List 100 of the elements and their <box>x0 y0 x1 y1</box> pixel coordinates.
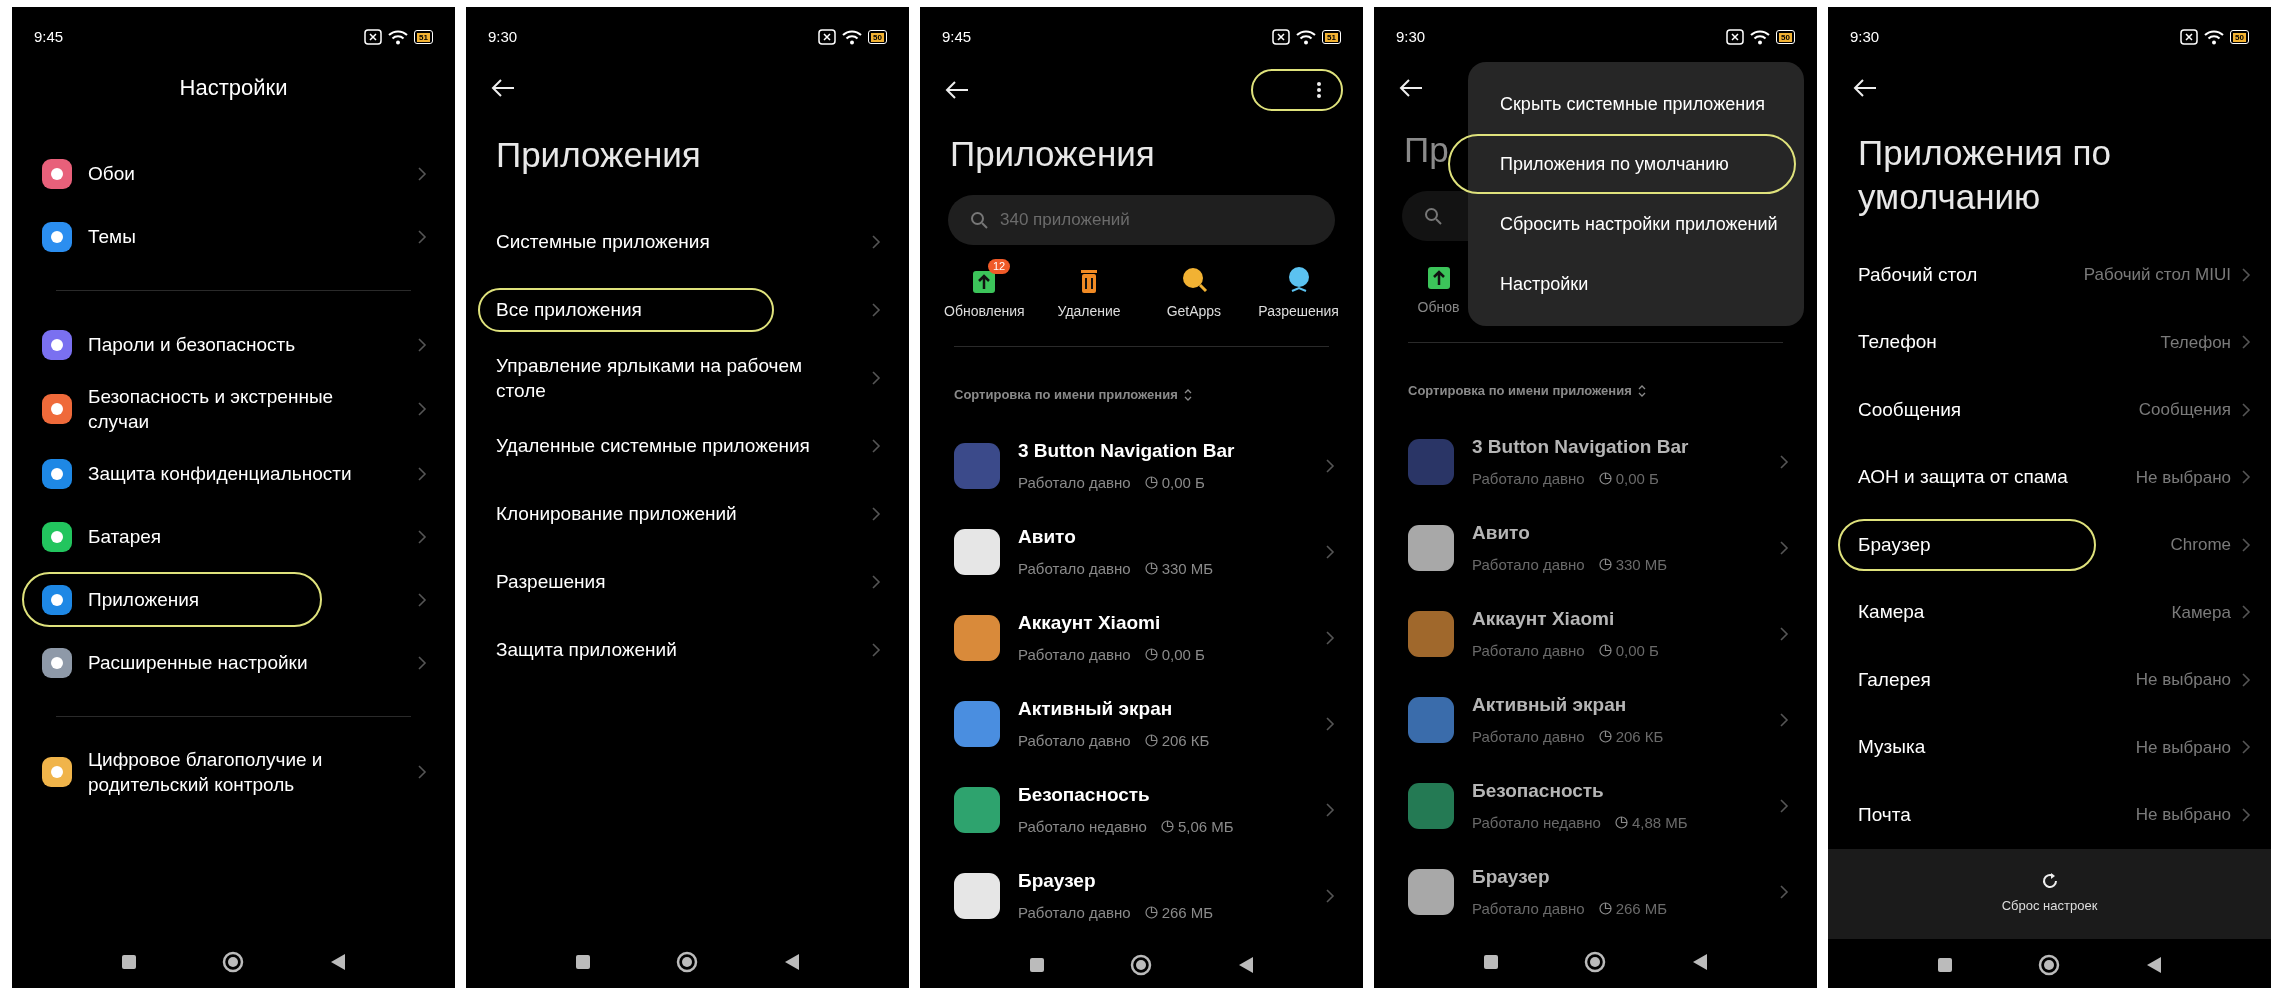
chevron-right-icon <box>2241 604 2251 621</box>
app-status: Работало давно <box>1472 640 1585 661</box>
back-arrow-button[interactable] <box>1852 78 1878 98</box>
tool-label[interactable]: Обновления <box>944 301 1025 322</box>
search-field[interactable]: 340 приложений <box>948 195 1335 245</box>
battery-level: 50 <box>1779 32 1792 42</box>
refresh-icon <box>2040 871 2059 890</box>
app-row[interactable]: Активный экран Работало давно 206 КБ <box>920 680 1363 767</box>
menu-option[interactable]: Приложения по умолчанию <box>1500 150 1729 178</box>
default-app-row[interactable]: Музыка Не выбрано <box>1828 713 2271 781</box>
back-button[interactable] <box>783 953 800 971</box>
settings-item[interactable]: Безопасность и экстренные случаи <box>12 376 455 442</box>
recents-button[interactable] <box>121 955 136 969</box>
settings-item[interactable]: Защита конфиденциальности <box>12 442 455 505</box>
default-app-value: Телефон <box>2160 331 2231 354</box>
screen-title: Приложения <box>950 133 1155 175</box>
chevron-right-icon <box>2241 671 2251 688</box>
app-row[interactable]: Безопасность Работало недавно 5,06 МБ <box>920 766 1363 853</box>
menu-item[interactable]: Системные приложения <box>496 229 871 254</box>
home-button[interactable] <box>221 951 244 973</box>
settings-item[interactable]: Обои <box>12 142 455 205</box>
app-row[interactable]: Браузер Работало давно 266 МБ <box>920 852 1363 939</box>
chevron-right-icon <box>1325 629 1335 646</box>
settings-item[interactable]: Цифровое благополучие и родительский контроль <box>12 739 455 805</box>
chevron-right-icon <box>1779 625 1789 642</box>
status-time: 9:45 <box>942 26 972 47</box>
wifi-icon <box>1296 29 1317 45</box>
chevron-right-icon <box>871 301 881 318</box>
chevron-right-icon <box>417 165 427 182</box>
default-app-row[interactable]: Рабочий стол Рабочий стол MIUI <box>1828 241 2271 309</box>
default-app-row[interactable]: Сообщения Сообщения <box>1828 376 2271 444</box>
sort-toggle-icon[interactable] <box>1637 384 1646 397</box>
settings-item[interactable]: Пароли и безопасность <box>12 313 455 376</box>
settings-item[interactable]: Приложения <box>12 568 455 631</box>
sort-toggle-icon[interactable] <box>1183 388 1192 401</box>
app-row[interactable]: Браузер Работало давно 266 МБ <box>1374 848 1817 935</box>
app-size: 5,06 МБ <box>1177 816 1234 837</box>
chevron-right-icon <box>2241 401 2251 418</box>
default-app-row[interactable]: АОН и защита от спама Не выбрано <box>1828 443 2271 511</box>
menu-item[interactable]: Все приложения <box>496 297 871 322</box>
storage-icon <box>1598 644 1612 658</box>
back-button[interactable] <box>1237 955 1254 974</box>
settings-item[interactable]: Расширенные настройки <box>12 631 455 694</box>
default-app-row[interactable]: Телефон Телефон <box>1828 308 2271 376</box>
home-button[interactable] <box>1129 953 1152 976</box>
app-row[interactable]: Авито Работало давно 330 МБ <box>920 508 1363 595</box>
default-app-row[interactable]: Камера Камера <box>1828 578 2271 646</box>
app-status: Работало недавно <box>1472 812 1601 833</box>
default-app-row[interactable]: Браузер Chrome <box>1828 511 2271 579</box>
menu-item[interactable]: Клонирование приложений <box>496 501 871 526</box>
chevron-right-icon <box>417 764 427 780</box>
home-button[interactable] <box>2037 953 2060 976</box>
app-row[interactable]: Авито Работало давно 330 МБ <box>1374 504 1817 591</box>
back-arrow-button[interactable] <box>1398 78 1424 98</box>
recents-button[interactable] <box>575 955 590 969</box>
recents-button[interactable] <box>1937 957 1952 972</box>
tool-label[interactable]: Разрешения <box>1258 301 1339 322</box>
tool-label[interactable]: Удаление <box>1057 301 1121 322</box>
sort-label[interactable]: Сортировка по имени приложения <box>1408 381 1632 401</box>
menu-item[interactable]: Управление ярлыками на рабочем столе <box>496 352 871 403</box>
chevron-right-icon <box>417 465 427 482</box>
app-row[interactable]: 3 Button Navigation Bar Работало давно 0,00 Б <box>1374 418 1817 505</box>
back-button[interactable] <box>2145 955 2162 974</box>
menu-item[interactable]: Разрешения <box>496 569 871 594</box>
sort-label[interactable]: Сортировка по имени приложения <box>954 385 1178 405</box>
chevron-right-icon <box>871 505 881 522</box>
app-row[interactable]: 3 Button Navigation Bar Работало давно 0,00 Б <box>920 422 1363 509</box>
settings-item[interactable]: Темы <box>12 205 455 268</box>
back-button[interactable] <box>329 953 346 971</box>
storage-icon <box>1614 816 1628 830</box>
home-button[interactable] <box>1583 951 1606 973</box>
default-app-value: Камера <box>2171 601 2231 624</box>
default-app-row[interactable]: Почта Не выбрано <box>1828 781 2271 849</box>
count-badge: 12 <box>988 259 1011 274</box>
settings-item[interactable]: Батарея <box>12 505 455 568</box>
menu-option[interactable]: Сбросить настройки приложений <box>1500 210 1778 238</box>
back-arrow-button[interactable] <box>944 80 970 100</box>
menu-item[interactable]: Защита приложений <box>496 637 871 662</box>
tool-label[interactable]: Обнов <box>1417 297 1460 318</box>
screen-title: Приложения <box>495 134 702 176</box>
back-button[interactable] <box>1691 953 1708 971</box>
menu-option[interactable]: Скрыть системные приложения <box>1500 90 1765 118</box>
tool-label[interactable]: GetApps <box>1166 301 1222 322</box>
storage-icon <box>1144 476 1158 490</box>
app-row[interactable]: Аккаунт Xiaomi Работало давно 0,00 Б <box>920 594 1363 681</box>
menu-option[interactable]: Настройки <box>1500 270 1589 298</box>
default-app-value: Сообщения <box>2138 399 2231 421</box>
reset-button[interactable]: Сброс настроек <box>1828 848 2271 939</box>
app-row[interactable]: Активный экран Работало давно 206 КБ <box>1374 676 1817 763</box>
home-button[interactable] <box>675 951 698 973</box>
chevron-right-icon <box>417 654 427 671</box>
more-button[interactable] <box>1251 69 1343 111</box>
default-app-row[interactable]: Галерея Не выбрано <box>1828 646 2271 714</box>
wifi-icon <box>842 29 863 45</box>
recents-button[interactable] <box>1029 957 1044 972</box>
menu-item[interactable]: Удаленные системные приложения <box>496 433 871 458</box>
back-arrow-button[interactable] <box>490 78 516 98</box>
app-row[interactable]: Аккаунт Xiaomi Работало давно 0,00 Б <box>1374 590 1817 677</box>
app-row[interactable]: Безопасность Работало недавно 4,88 МБ <box>1374 762 1817 849</box>
recents-button[interactable] <box>1483 955 1498 969</box>
